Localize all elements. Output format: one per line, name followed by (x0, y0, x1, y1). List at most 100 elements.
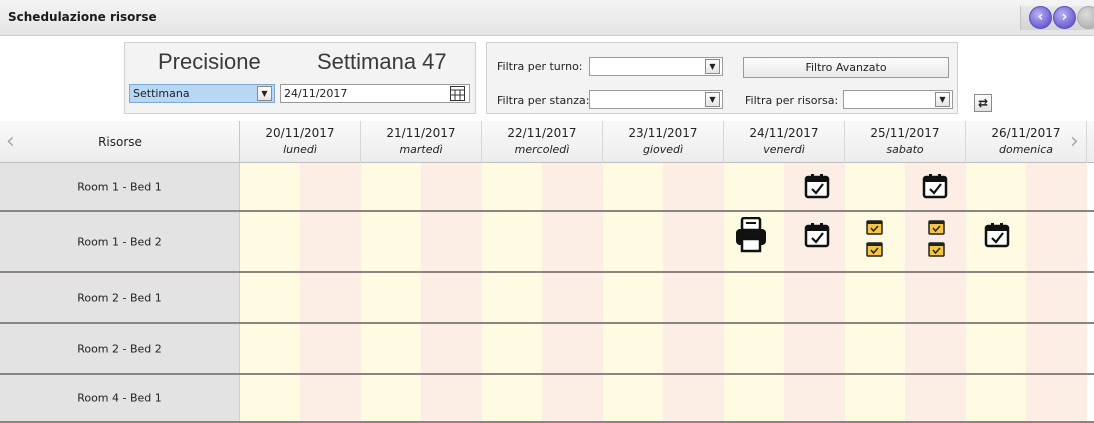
schedule-cell[interactable] (724, 375, 845, 421)
morning-slot[interactable] (361, 273, 421, 322)
chevron-right-icon[interactable]: › (1070, 129, 1079, 154)
more-icon[interactable] (1077, 6, 1094, 29)
resource-label[interactable]: Room 4 - Bed 1 (0, 375, 240, 421)
morning-slot[interactable] (482, 324, 542, 373)
schedule-cell[interactable] (240, 212, 361, 271)
chevron-down-icon[interactable]: ▼ (705, 92, 720, 107)
morning-slot[interactable] (240, 212, 300, 271)
schedule-cell[interactable] (361, 273, 482, 322)
schedule-cell[interactable] (482, 324, 603, 373)
afternoon-slot[interactable] (542, 375, 603, 421)
schedule-cell[interactable] (603, 212, 724, 271)
afternoon-slot[interactable] (300, 212, 361, 271)
schedule-cell[interactable] (845, 324, 966, 373)
schedule-cell[interactable] (240, 163, 361, 210)
afternoon-slot[interactable] (905, 375, 966, 421)
afternoon-slot[interactable] (1026, 212, 1087, 271)
morning-slot[interactable] (603, 163, 663, 210)
morning-slot[interactable] (482, 163, 542, 210)
filter-risorsa-select[interactable]: ▼ (843, 90, 953, 109)
schedule-cell[interactable] (845, 212, 966, 271)
morning-slot[interactable] (845, 375, 905, 421)
afternoon-slot[interactable] (421, 212, 482, 271)
morning-slot[interactable] (966, 273, 1026, 322)
schedule-cell[interactable] (603, 375, 724, 421)
chevron-down-icon[interactable]: ▼ (935, 92, 950, 107)
morning-slot[interactable] (603, 273, 663, 322)
schedule-cell[interactable] (361, 375, 482, 421)
morning-slot[interactable] (240, 375, 300, 421)
morning-slot[interactable] (361, 375, 421, 421)
calendar-check-icon[interactable] (984, 222, 1010, 248)
schedule-cell[interactable] (240, 324, 361, 373)
afternoon-slot[interactable] (663, 163, 724, 210)
morning-slot[interactable] (482, 212, 542, 271)
afternoon-slot[interactable] (300, 324, 361, 373)
filter-stanza-select[interactable]: ▼ (589, 90, 723, 109)
calendar-event-icon[interactable] (866, 218, 883, 235)
resource-label[interactable]: Room 2 - Bed 2 (0, 324, 240, 373)
afternoon-slot[interactable] (784, 375, 845, 421)
afternoon-slot[interactable] (1026, 375, 1087, 421)
calendar-event-icon[interactable] (928, 240, 945, 257)
date-input[interactable]: 24/11/2017 (280, 84, 470, 103)
morning-slot[interactable] (361, 324, 421, 373)
morning-slot[interactable] (966, 375, 1026, 421)
morning-slot[interactable] (966, 324, 1026, 373)
morning-slot[interactable] (845, 273, 905, 322)
afternoon-slot[interactable] (905, 273, 966, 322)
afternoon-slot[interactable] (663, 273, 724, 322)
chevron-right-icon[interactable]: › (1053, 6, 1076, 29)
afternoon-slot[interactable] (542, 324, 603, 373)
calendar-event-icon[interactable] (866, 240, 883, 257)
afternoon-slot[interactable] (421, 375, 482, 421)
morning-slot[interactable] (482, 375, 542, 421)
afternoon-slot[interactable] (784, 324, 845, 373)
calendar-icon[interactable] (450, 86, 465, 101)
afternoon-slot[interactable] (663, 324, 724, 373)
schedule-cell[interactable] (845, 375, 966, 421)
calendar-check-icon[interactable] (922, 173, 948, 199)
afternoon-slot[interactable] (421, 324, 482, 373)
calendar-check-icon[interactable] (804, 173, 830, 199)
morning-slot[interactable] (361, 212, 421, 271)
afternoon-slot[interactable] (784, 273, 845, 322)
chevron-down-icon[interactable]: ▼ (705, 59, 720, 74)
afternoon-slot[interactable] (542, 212, 603, 271)
schedule-cell[interactable] (603, 324, 724, 373)
schedule-cell[interactable] (966, 375, 1087, 421)
schedule-cell[interactable] (361, 324, 482, 373)
schedule-cell[interactable] (966, 324, 1087, 373)
morning-slot[interactable] (603, 375, 663, 421)
afternoon-slot[interactable] (300, 163, 361, 210)
afternoon-slot[interactable] (905, 324, 966, 373)
advanced-filter-button[interactable]: Filtro Avanzato (743, 57, 949, 78)
refresh-icon[interactable]: ⇄ (974, 94, 992, 112)
morning-slot[interactable] (482, 273, 542, 322)
chevron-left-icon[interactable]: ‹ (1029, 6, 1052, 29)
afternoon-slot[interactable] (300, 375, 361, 421)
schedule-cell[interactable] (966, 163, 1087, 210)
schedule-cell[interactable] (966, 273, 1087, 322)
morning-slot[interactable] (845, 324, 905, 373)
resource-label[interactable]: Room 1 - Bed 2 (0, 212, 240, 271)
morning-slot[interactable] (240, 273, 300, 322)
printer-icon[interactable] (734, 217, 768, 253)
schedule-cell[interactable] (603, 273, 724, 322)
afternoon-slot[interactable] (1026, 324, 1087, 373)
morning-slot[interactable] (966, 163, 1026, 210)
schedule-cell[interactable] (603, 163, 724, 210)
morning-slot[interactable] (240, 163, 300, 210)
morning-slot[interactable] (724, 375, 784, 421)
calendar-check-icon[interactable] (804, 222, 830, 248)
morning-slot[interactable] (603, 324, 663, 373)
schedule-cell[interactable] (482, 375, 603, 421)
schedule-cell[interactable] (724, 324, 845, 373)
afternoon-slot[interactable] (421, 273, 482, 322)
afternoon-slot[interactable] (300, 273, 361, 322)
schedule-cell[interactable] (482, 163, 603, 210)
schedule-cell[interactable] (361, 212, 482, 271)
morning-slot[interactable] (724, 324, 784, 373)
afternoon-slot[interactable] (1026, 273, 1087, 322)
schedule-cell[interactable] (482, 212, 603, 271)
